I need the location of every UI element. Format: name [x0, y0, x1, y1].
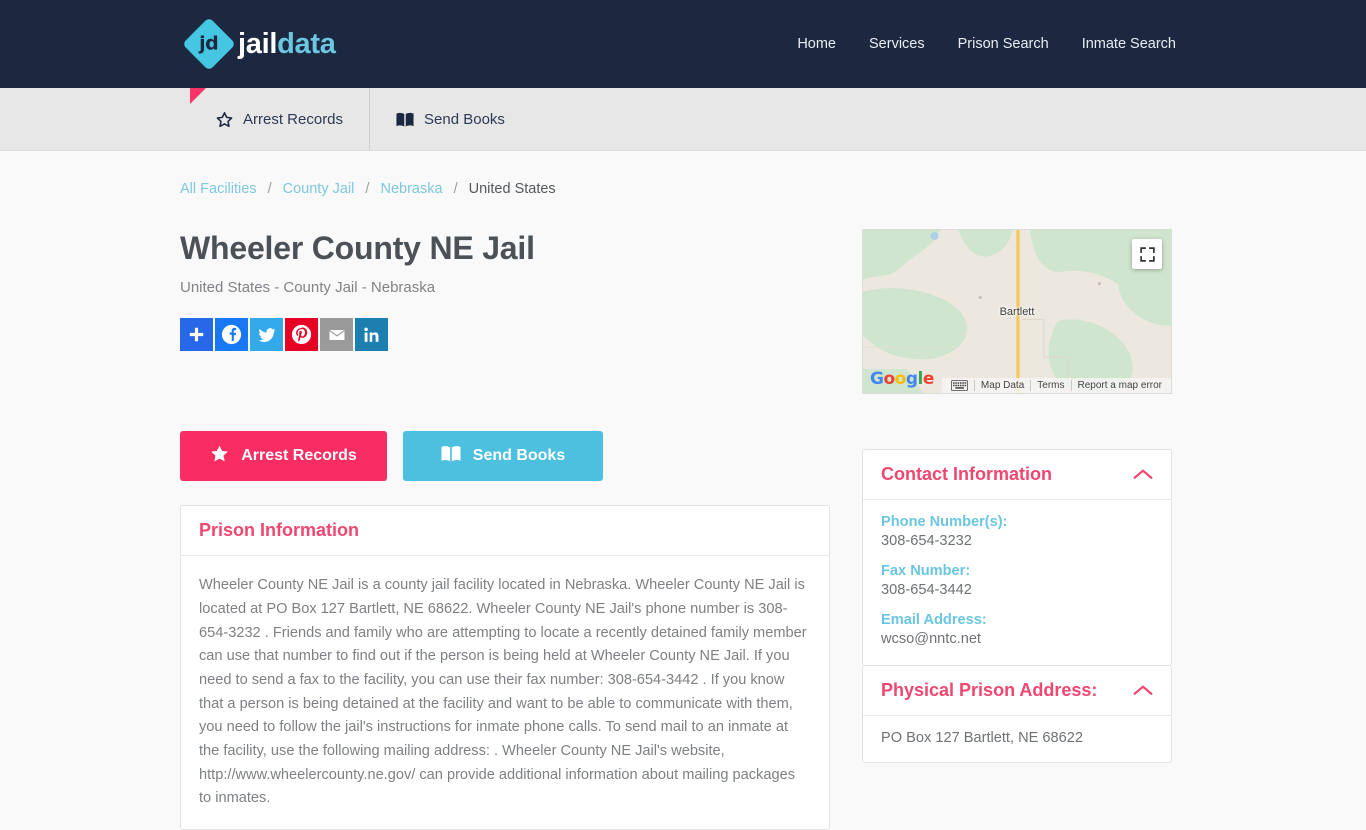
pinterest-share-button[interactable] [285, 318, 318, 352]
prison-information-text: Wheeler County NE Jail is a county jail … [199, 577, 807, 807]
keyboard-shortcuts-button[interactable] [945, 380, 974, 391]
breadcrumb-item-county-jail[interactable]: County Jail [283, 181, 355, 197]
physical-address-panel: Physical Prison Address: PO Box 127 Bart… [862, 666, 1172, 763]
breadcrumb: All Facilities / County Jail / Nebraska … [180, 175, 1186, 197]
page-title: Wheeler County NE Jail [180, 230, 535, 266]
facebook-icon [221, 325, 242, 345]
book-icon [396, 112, 414, 127]
keyboard-icon [950, 380, 968, 391]
twitter-share-button[interactable] [250, 318, 283, 352]
sidebar-column: Bartlett Google Map Data Terms Report a … [862, 229, 1172, 830]
contact-information-header[interactable]: Contact Information [863, 450, 1171, 500]
addthis-share-button[interactable] [180, 318, 213, 352]
location-map[interactable]: Bartlett Google Map Data Terms Report a … [862, 229, 1172, 394]
prison-information-heading-label: Prison Information [199, 520, 360, 541]
chevron-up-icon [1133, 464, 1153, 485]
nav-item-services[interactable]: Services [869, 36, 925, 52]
secondary-tab-bar: Arrest Records Send Books [0, 88, 1366, 151]
social-share-bar [180, 318, 830, 352]
tab-arrest-records-label: Arrest Records [243, 110, 344, 128]
google-logo: Google [870, 369, 934, 389]
nav-item-inmate-search[interactable]: Inmate Search [1082, 36, 1176, 52]
star-icon [210, 444, 229, 468]
fax-label: Fax Number: [881, 563, 971, 579]
contact-information-heading: Contact Information [881, 464, 1052, 484]
breadcrumb-separator: / [267, 181, 272, 197]
prison-information-panel: Prison Information Wheeler County NE Jai… [180, 505, 830, 830]
prison-information-body: Wheeler County NE Jail is a county jail … [181, 556, 829, 828]
send-books-button[interactable]: Send Books [403, 431, 603, 482]
physical-address-header[interactable]: Physical Prison Address: [863, 666, 1171, 716]
fullscreen-icon [1139, 246, 1155, 262]
brand-word-data: data [277, 27, 336, 60]
book-icon [441, 445, 461, 467]
facebook-share-button[interactable] [215, 318, 248, 352]
site-header: jd jaildata Home Services Prison Search … [0, 0, 1366, 88]
breadcrumb-item-nebraska[interactable]: Nebraska [380, 181, 442, 197]
plus-icon [189, 328, 204, 342]
action-buttons: Arrest Records Send Books [180, 431, 830, 482]
contact-information-panel: Contact Information Phone Number(s): 308… [862, 449, 1172, 666]
email-value: wcso@nntc.net [881, 631, 981, 647]
breadcrumb-separator: / [365, 181, 370, 197]
contact-field-email: Email Address: wcso@nntc.net [881, 612, 1153, 647]
main-navigation: Home Services Prison Search Inmate Searc… [797, 36, 1176, 52]
arrest-records-button-label: Arrest Records [241, 447, 357, 465]
arrest-records-button[interactable]: Arrest Records [180, 431, 387, 482]
contact-information-body: Phone Number(s): 308-654-3232 Fax Number… [863, 500, 1171, 665]
report-map-error-link[interactable]: Report a map error [1070, 380, 1168, 391]
pinterest-icon [291, 325, 312, 345]
brand-word-jail: jail [238, 27, 278, 60]
jaildata-diamond-icon: jd [182, 17, 236, 71]
map-terms-link[interactable]: Terms [1030, 380, 1070, 391]
tab-send-books[interactable]: Send Books [369, 88, 531, 150]
physical-address-heading: Physical Prison Address: [881, 680, 1098, 700]
nav-item-home[interactable]: Home [797, 36, 836, 52]
tab-arrest-records[interactable]: Arrest Records [190, 88, 369, 150]
phone-value: 308-654-3232 [881, 533, 972, 549]
contact-field-fax: Fax Number: 308-654-3442 [881, 563, 1153, 598]
logo-monogram: jd [199, 33, 219, 55]
tab-send-books-label: Send Books [424, 110, 505, 128]
email-share-button[interactable] [320, 318, 353, 352]
map-attribution-bar: Map Data Terms Report a map error [941, 378, 1171, 393]
site-logo[interactable]: jd jaildata [182, 17, 336, 71]
chevron-up-icon [1133, 680, 1153, 701]
breadcrumb-item-united-states: United States [468, 181, 556, 197]
main-column: Wheeler County NE Jail United States - C… [180, 229, 830, 830]
nav-item-prison-search[interactable]: Prison Search [958, 36, 1049, 52]
map-data-link[interactable]: Map Data [973, 380, 1030, 391]
linkedin-icon [363, 327, 378, 342]
breadcrumb-item-all-facilities[interactable]: All Facilities [180, 181, 257, 197]
map-place-label: Bartlett [999, 306, 1035, 318]
content-columns: Wheeler County NE Jail United States - C… [180, 229, 1186, 830]
phone-label: Phone Number(s): [881, 514, 1008, 530]
physical-address-value: PO Box 127 Bartlett, NE 68622 [881, 730, 1083, 746]
email-icon [328, 329, 345, 341]
contact-field-phone: Phone Number(s): 308-654-3232 [881, 514, 1153, 549]
twitter-icon [258, 328, 275, 342]
send-books-button-label: Send Books [472, 447, 566, 465]
brand-wordmark: jaildata [238, 28, 336, 61]
prison-information-heading: Prison Information [181, 506, 829, 557]
map-fullscreen-button[interactable] [1132, 239, 1162, 269]
email-label: Email Address: [881, 612, 987, 628]
star-icon [216, 111, 233, 128]
breadcrumb-separator: / [453, 181, 458, 197]
linkedin-share-button[interactable] [355, 318, 388, 352]
physical-address-body: PO Box 127 Bartlett, NE 68622 [863, 716, 1171, 762]
page-subtitle: United States - County Jail - Nebraska [180, 279, 436, 297]
fax-value: 308-654-3442 [881, 582, 972, 598]
page-container: All Facilities / County Jail / Nebraska … [180, 151, 1186, 830]
